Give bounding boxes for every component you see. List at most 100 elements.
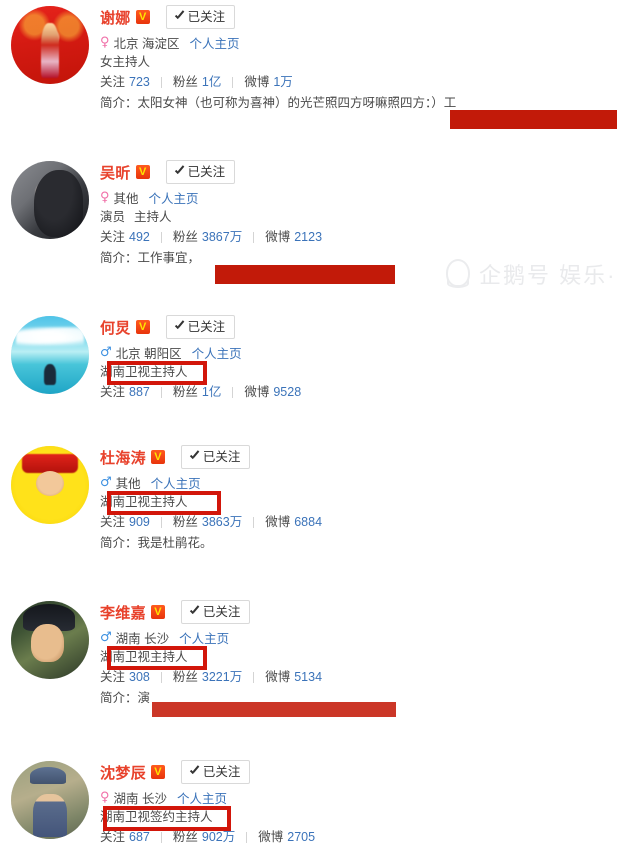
stats-line: 关注 909 粉丝 3863万 微博 6884 xyxy=(100,512,617,533)
tag-line: 女主持人 xyxy=(100,52,617,72)
stat-divider xyxy=(232,77,234,88)
avatar-column xyxy=(0,312,100,394)
following-stat[interactable]: 关注 887 xyxy=(100,382,150,403)
weibo-stat[interactable]: 微博 1万 xyxy=(244,72,292,93)
follow-button[interactable]: 已关注 xyxy=(165,160,236,184)
user-list-item[interactable]: 杜海涛 已关注 ♂ 其他 个人主页 湖南卫视主持人 关注909 粉丝3863万 xyxy=(0,442,617,554)
tag-item[interactable]: 主持人 xyxy=(134,207,172,227)
follow-button[interactable]: 已关注 xyxy=(180,445,251,469)
following-stat[interactable]: 关注 687 xyxy=(100,827,150,848)
fans-label: 粉丝 xyxy=(172,830,198,844)
fans-stat[interactable]: 粉丝 3867万 xyxy=(173,227,242,248)
user-name[interactable]: 何炅 xyxy=(100,317,131,338)
following-label: 关注 xyxy=(100,515,126,529)
home-page-link[interactable]: 个人主页 xyxy=(192,343,242,362)
tag-item[interactable]: 女主持人 xyxy=(100,52,150,72)
penguin-logo-icon xyxy=(443,259,470,289)
follow-button[interactable]: 已关注 xyxy=(165,315,236,339)
tag-line: 演员 主持人 xyxy=(100,207,617,227)
avatar[interactable] xyxy=(11,601,89,679)
user-list-item[interactable]: 何炅 已关注 ♂ 北京 朝阳区 个人主页 湖南卫视主持人 关注887 粉丝1亿 xyxy=(0,312,617,403)
tag-line: 湖南卫视主持人 xyxy=(100,492,617,512)
user-name[interactable]: 李维嘉 xyxy=(100,602,146,623)
following-count: 887 xyxy=(129,385,150,399)
following-count: 687 xyxy=(129,830,150,844)
weibo-count: 6884 xyxy=(294,515,323,529)
avatar[interactable] xyxy=(11,6,89,84)
weibo-stat[interactable]: 微博 5134 xyxy=(265,667,322,688)
user-name[interactable]: 吴昕 xyxy=(100,162,131,183)
fans-count: 3221万 xyxy=(201,670,243,684)
home-page-link[interactable]: 个人主页 xyxy=(177,788,227,807)
follow-button[interactable]: 已关注 xyxy=(180,600,251,624)
fans-label: 粉丝 xyxy=(172,385,198,399)
location-text: 其他 xyxy=(115,477,141,491)
tag-item[interactable]: 湖南卫视主持人 xyxy=(100,647,188,667)
user-name[interactable]: 沈梦辰 xyxy=(100,762,146,783)
watermark: 企鹅号 娱乐· xyxy=(443,258,616,290)
fans-stat[interactable]: 粉丝 1亿 xyxy=(173,382,221,403)
user-list-item[interactable]: 李维嘉 已关注 ♂ 湖南 长沙 个人主页 湖南卫视主持人 关注308 粉丝322… xyxy=(0,597,617,709)
stat-divider xyxy=(253,232,255,243)
stat-divider xyxy=(253,517,255,528)
name-line: 谢娜 已关注 xyxy=(100,4,617,30)
user-info: 吴昕 已关注 ♀ 其他 个人主页 演员 主持人 关注492 粉丝3867万 xyxy=(100,157,617,269)
name-line: 沈梦辰 已关注 xyxy=(100,759,617,785)
user-list-item[interactable]: 沈梦辰 已关注 ♀ 湖南 长沙 个人主页 湖南卫视签约主持人 关注687 粉丝9… xyxy=(0,757,617,848)
following-stat[interactable]: 关注 492 xyxy=(100,227,150,248)
meta-line: ♂ 湖南 长沙 个人主页 xyxy=(100,628,617,647)
fans-stat[interactable]: 粉丝 1亿 xyxy=(173,72,221,93)
following-stat[interactable]: 关注 723 xyxy=(100,72,150,93)
avatar-column xyxy=(0,157,100,239)
location-text: 北京 海淀区 xyxy=(113,37,180,51)
weibo-stat[interactable]: 微博 9528 xyxy=(244,382,301,403)
fans-stat[interactable]: 粉丝 3221万 xyxy=(173,667,242,688)
avatar-column xyxy=(0,442,100,524)
name-line: 杜海涛 已关注 xyxy=(100,444,617,470)
follow-button[interactable]: 已关注 xyxy=(165,5,236,29)
gender-female-icon: ♀ xyxy=(100,790,110,805)
verified-badge-icon xyxy=(150,605,165,619)
following-stat[interactable]: 关注 308 xyxy=(100,667,150,688)
weibo-stat[interactable]: 微博 2705 xyxy=(258,827,315,848)
tag-line: 湖南卫视签约主持人 xyxy=(100,807,617,827)
user-name[interactable]: 杜海涛 xyxy=(100,447,146,468)
tag-item[interactable]: 湖南卫视主持人 xyxy=(100,362,188,382)
fans-stat[interactable]: 粉丝 902万 xyxy=(173,827,235,848)
user-list-item[interactable]: 吴昕 已关注 ♀ 其他 个人主页 演员 主持人 关注492 粉丝3867万 xyxy=(0,157,617,269)
meta-line: ♀ 其他 个人主页 xyxy=(100,188,617,207)
check-icon xyxy=(189,767,200,778)
check-icon xyxy=(174,12,185,23)
fans-label: 粉丝 xyxy=(172,75,198,89)
home-page-link[interactable]: 个人主页 xyxy=(149,188,199,207)
tag-item[interactable]: 湖南卫视签约主持人 xyxy=(100,807,213,827)
tag-item[interactable]: 湖南卫视主持人 xyxy=(100,492,188,512)
follow-button[interactable]: 已关注 xyxy=(180,760,251,784)
weibo-label: 微博 xyxy=(265,515,291,529)
stats-line: 关注 308 粉丝 3221万 微博 5134 xyxy=(100,667,617,688)
home-page-link[interactable]: 个人主页 xyxy=(151,473,201,492)
weibo-count: 9528 xyxy=(273,385,302,399)
user-info: 沈梦辰 已关注 ♀ 湖南 长沙 个人主页 湖南卫视签约主持人 关注687 粉丝9… xyxy=(100,757,617,848)
tag-line: 湖南卫视主持人 xyxy=(100,362,617,382)
user-name[interactable]: 谢娜 xyxy=(100,7,131,28)
stats-line: 关注 887 粉丝 1亿 微博 9528 xyxy=(100,382,617,403)
gender-female-icon: ♀ xyxy=(100,35,110,50)
weibo-stat[interactable]: 微博 2123 xyxy=(265,227,322,248)
avatar[interactable] xyxy=(11,761,89,839)
following-label: 关注 xyxy=(100,830,126,844)
user-list-item[interactable]: 谢娜 已关注 ♀ 北京 海淀区 个人主页 女主持人 关注723 粉丝1亿 xyxy=(0,2,617,114)
fans-label: 粉丝 xyxy=(172,515,198,529)
fans-count: 1亿 xyxy=(201,75,222,89)
avatar[interactable] xyxy=(11,161,89,239)
following-stat[interactable]: 关注 909 xyxy=(100,512,150,533)
fans-stat[interactable]: 粉丝 3863万 xyxy=(173,512,242,533)
home-page-link[interactable]: 个人主页 xyxy=(190,33,240,52)
weibo-stat[interactable]: 微博 6884 xyxy=(265,512,322,533)
weibo-label: 微博 xyxy=(265,670,291,684)
home-page-link[interactable]: 个人主页 xyxy=(179,628,229,647)
tag-item[interactable]: 演员 xyxy=(100,207,125,227)
avatar[interactable] xyxy=(11,446,89,524)
avatar[interactable] xyxy=(11,316,89,394)
avatar-column xyxy=(0,2,100,84)
